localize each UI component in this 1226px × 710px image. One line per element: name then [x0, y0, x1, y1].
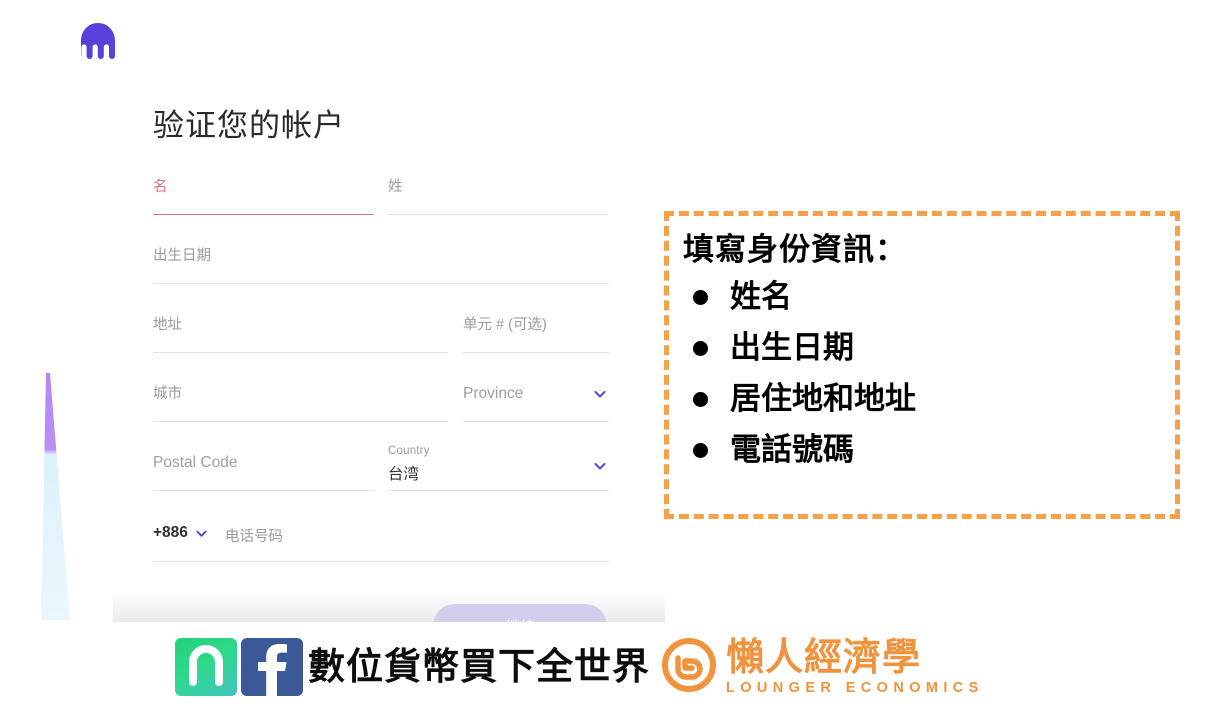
chevron-down-icon[interactable]	[593, 387, 607, 401]
chevron-down-icon[interactable]	[593, 459, 607, 473]
footer-bar: 數位貨幣買下全世界 懶人經濟學 LOUNGER ECONOMICS	[0, 622, 1226, 710]
city-label: 城市	[153, 386, 182, 402]
address-field[interactable]: 地址	[153, 307, 448, 363]
annotation-item-label: 電話號碼	[730, 432, 854, 469]
footer-tagline: 數位貨幣買下全世界	[308, 647, 650, 688]
name-row: 名 姓	[153, 169, 609, 225]
kraken-verify-account-screen: 验证您的帐户 名 姓 出生日期 地址 单元 # (可选) 城市 Province…	[0, 0, 1226, 710]
country-label: Country	[388, 445, 430, 457]
phone-number-input[interactable]: 电话号码	[225, 525, 283, 546]
first-name-label: 名	[153, 179, 168, 195]
country-select[interactable]: Country 台湾	[388, 445, 609, 501]
brand-name-en: LOUNGER ECONOMICS	[726, 680, 984, 696]
lounger-economics-logo-icon	[662, 638, 716, 693]
list-item: 電話號碼	[683, 425, 1175, 476]
unit-field[interactable]: 单元 # (可选)	[463, 307, 609, 363]
facebook-icon[interactable]	[241, 638, 303, 696]
bullet-icon	[693, 392, 708, 408]
line-app-icon[interactable]	[175, 638, 237, 696]
dob-row: 出生日期	[153, 238, 609, 294]
province-label: Province	[463, 385, 524, 402]
bullet-icon	[693, 443, 708, 459]
city-province-row: 城市 Province	[153, 376, 609, 432]
annotation-item-label: 居住地和地址	[730, 381, 916, 418]
country-value: 台湾	[388, 466, 420, 483]
unit-label: 单元 # (可选)	[463, 317, 547, 333]
dial-code-select[interactable]: +886	[153, 524, 208, 542]
first-name-underline	[153, 214, 373, 215]
first-name-field[interactable]: 名	[153, 169, 373, 225]
chevron-down-icon[interactable]	[195, 527, 208, 540]
phone-row: +886 电话号码	[153, 514, 609, 570]
postal-code-field[interactable]: Postal Code	[153, 445, 373, 501]
address-row: 地址 单元 # (可选)	[153, 307, 609, 363]
bullet-icon	[693, 289, 708, 305]
last-name-label: 姓	[388, 179, 403, 195]
postal-code-label: Postal Code	[153, 454, 238, 471]
list-item: 姓名	[683, 272, 1175, 323]
last-name-underline	[388, 214, 608, 215]
annotation-box: 填寫身份資訊： 姓名 出生日期 居住地和地址 電話號碼	[664, 211, 1180, 519]
list-item: 出生日期	[683, 323, 1175, 374]
verification-form: 验证您的帐户 名 姓 出生日期 地址 单元 # (可选) 城市 Province…	[153, 105, 609, 656]
annotation-item-label: 姓名	[730, 278, 792, 315]
address-underline	[153, 352, 448, 353]
annotation-item-label: 出生日期	[730, 329, 854, 366]
address-label: 地址	[153, 317, 182, 333]
page-title: 验证您的帐户	[153, 108, 345, 143]
city-underline	[153, 421, 448, 422]
postal-code-underline	[153, 490, 373, 491]
postal-country-row: Postal Code Country 台湾	[153, 445, 609, 501]
date-of-birth-label: 出生日期	[153, 248, 211, 264]
country-underline	[388, 490, 609, 491]
date-of-birth-underline	[153, 283, 609, 284]
brand-name-cn: 懶人經濟學	[726, 635, 922, 680]
list-item: 居住地和地址	[683, 374, 1175, 425]
phone-underline	[153, 561, 609, 562]
dial-code-value: +886	[153, 524, 188, 541]
province-underline	[463, 421, 609, 422]
city-field[interactable]: 城市	[153, 376, 448, 432]
province-select[interactable]: Province	[463, 376, 609, 432]
date-of-birth-field[interactable]: 出生日期	[153, 238, 609, 294]
unit-underline	[463, 352, 609, 353]
last-name-field[interactable]: 姓	[388, 169, 608, 225]
bullet-icon	[693, 341, 708, 357]
annotation-list: 姓名 出生日期 居住地和地址 電話號碼	[683, 272, 1175, 477]
footer-brand: 懶人經濟學 LOUNGER ECONOMICS	[662, 638, 984, 696]
footer-social-icons	[175, 638, 303, 696]
kraken-logo-icon	[78, 22, 118, 60]
annotation-title: 填寫身份資訊：	[683, 232, 907, 268]
